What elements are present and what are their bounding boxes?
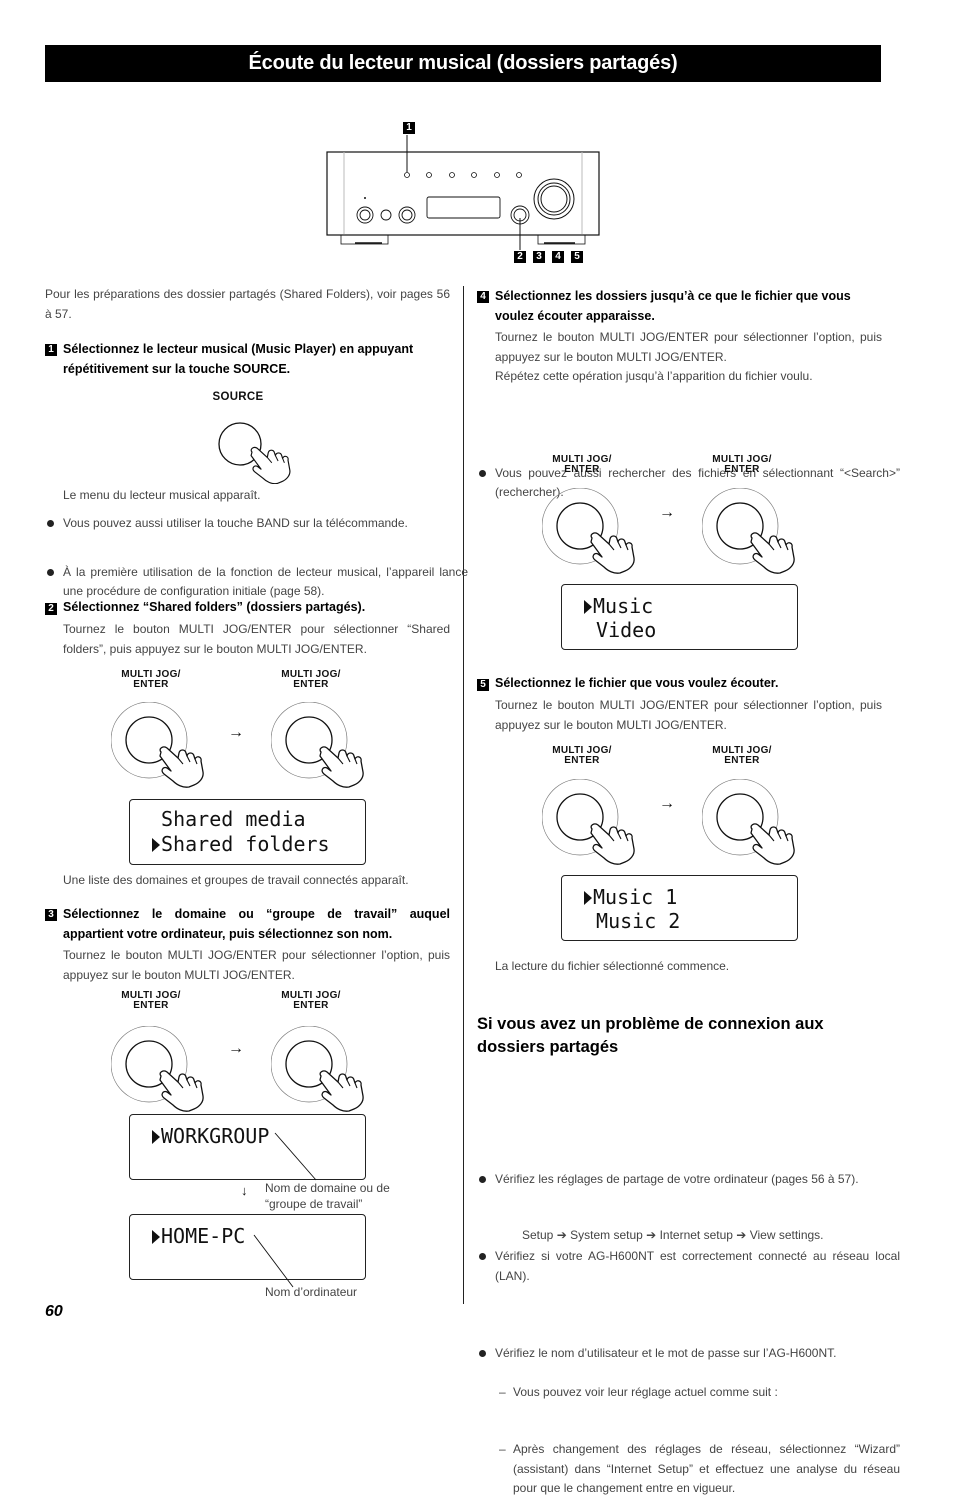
callout-3: 3 <box>533 251 545 263</box>
cursor-triangle-icon <box>152 838 160 852</box>
cursor-triangle-icon <box>584 891 592 905</box>
arrow-right-icon: ➔ <box>556 1228 567 1242</box>
troubleshoot-bullet-2: Vérifiez si votre AG-H600NT est correcte… <box>477 1247 900 1286</box>
multi-jog-label: MULTI JOG/ENTER <box>552 454 612 475</box>
path-item: System setup <box>570 1228 643 1242</box>
multi-jog-knob-press <box>542 779 652 869</box>
multi-jog-label: MULTI JOG/ENTER <box>712 454 772 475</box>
callout-4: 4 <box>552 251 564 263</box>
multi-jog-knob-press <box>111 702 221 792</box>
annotation-computer-name: Nom d’ordinateur <box>265 1285 358 1299</box>
lcd-line-1-selected: HOME-PC <box>152 1224 245 1248</box>
step-number: 4 <box>477 291 489 303</box>
step-text: Sélectionnez les dossiers jusqu’à ce que… <box>495 289 851 323</box>
step-4-heading: 4 Sélectionnez les dossiers jusqu’à ce q… <box>477 287 882 326</box>
path-item: View settings. <box>749 1228 824 1242</box>
step-1-heading: 1 Sélectionnez le lecteur musical (Music… <box>45 340 450 379</box>
lcd-line-2: Video <box>584 618 657 642</box>
step-5-body: Tournez le bouton MULTI JOG/ENTER pour s… <box>495 698 882 732</box>
annotation-domain: Nom de domaine ou de “groupe de travail” <box>265 1181 390 1211</box>
cursor-triangle-icon <box>152 1230 160 1244</box>
step-1-bullet-1: Vous pouvez aussi utiliser la touche BAN… <box>45 514 468 534</box>
step-5-result: La lecture du fichier sélectionné commen… <box>495 959 730 973</box>
troubleshoot-bullet-3: Vérifiez le nom d’utilisateur et le mot … <box>477 1344 900 1364</box>
intro-text: Pour les préparations des dossier partag… <box>45 287 450 321</box>
lcd-line-1: Shared media <box>149 807 306 831</box>
lcd-display-shared: Shared media Shared folders <box>129 799 366 865</box>
lcd-display-workgroup: WORKGROUP <box>129 1114 366 1180</box>
lcd-line-1-selected: Music 1 <box>584 885 677 909</box>
step-3-body: Tournez le bouton MULTI JOG/ENTER pour s… <box>63 948 450 982</box>
step-2-result: Une liste des domaines et groupes de tra… <box>63 873 409 887</box>
troubleshoot-sub-1: Vous pouvez voir leur réglage actuel com… <box>495 1383 900 1403</box>
hand-icon <box>250 446 291 484</box>
arrow-right-icon: → <box>659 504 675 521</box>
page-number: 60 <box>45 1303 63 1320</box>
multi-jog-knob-press <box>702 488 812 578</box>
arrow-right-icon: ➔ <box>646 1228 657 1242</box>
lcd-line-2-selected: Shared folders <box>152 832 330 856</box>
troubleshoot-bullet-1: Vérifiez les réglages de partage de votr… <box>477 1170 900 1190</box>
multi-jog-label: MULTI JOG/ENTER <box>552 745 612 766</box>
lcd-line-1-selected: Music <box>584 594 653 618</box>
lcd-display-music-files: Music 1 Music 2 <box>561 875 798 941</box>
arrow-down-icon: ↓ <box>241 1183 248 1198</box>
display-window <box>426 196 501 219</box>
power-indicator <box>364 197 366 199</box>
multi-jog-knob-press <box>271 702 381 792</box>
step-number: 3 <box>45 909 57 921</box>
step-4-body-1: Tournez le bouton MULTI JOG/ENTER pour s… <box>495 330 882 364</box>
step-2-heading: 2 Sélectionnez “Shared folders” (dossiers… <box>45 598 465 618</box>
settings-path: Setup ➔ System setup ➔ Internet setup ➔ … <box>522 1226 882 1246</box>
multi-jog-knob-press <box>702 779 812 869</box>
multi-jog-label: MULTI JOG/ENTER <box>121 669 181 690</box>
arrow-right-icon: → <box>228 724 244 741</box>
multi-jog-label: MULTI JOG/ENTER <box>712 745 772 766</box>
multi-jog-knob-press <box>111 1026 221 1116</box>
callout-5: 5 <box>571 251 583 263</box>
cursor-triangle-icon <box>584 600 592 614</box>
device-front-panel-figure <box>326 135 600 250</box>
callout-2: 2 <box>514 251 526 263</box>
step-5-heading: 5 Sélectionnez le fichier que vous voulez… <box>477 674 882 694</box>
arrow-right-icon: ➔ <box>736 1228 747 1242</box>
step-number: 5 <box>477 679 489 691</box>
source-button-label: SOURCE <box>212 391 264 403</box>
step-text: Sélectionnez le domaine ou “groupe de tr… <box>63 907 450 941</box>
multi-jog-knob-press <box>271 1026 381 1116</box>
step-number: 2 <box>45 603 57 615</box>
cursor-triangle-icon <box>152 1130 160 1144</box>
device-body <box>326 151 600 245</box>
step-text: Sélectionnez le fichier que vous voulez … <box>495 676 779 690</box>
multi-jog-knob-press <box>542 488 652 578</box>
step-text: Sélectionnez le lecteur musical (Music P… <box>63 342 414 376</box>
volume-knob <box>533 178 575 220</box>
arrow-right-icon: → <box>228 1040 244 1057</box>
path-item: Setup <box>522 1228 554 1242</box>
front-buttons <box>404 172 522 178</box>
step-1-result: Le menu du lecteur musical apparaît. <box>63 488 261 502</box>
troubleshoot-sub-2: Après changement des réglages de réseau,… <box>495 1440 900 1499</box>
step-1-bullet-2: À la première utilisation de la fonction… <box>45 563 468 602</box>
source-button-press-illustration <box>218 422 291 484</box>
step-2-body: Tournez le bouton MULTI JOG/ENTER pour s… <box>63 622 450 656</box>
arrow-right-icon: → <box>659 795 675 812</box>
page-title: Écoute du lecteur musical (dossiers part… <box>45 45 881 82</box>
multi-jog-label: MULTI JOG/ENTER <box>121 990 181 1011</box>
multi-jog-label: MULTI JOG/ENTER <box>281 990 341 1011</box>
multi-jog-label: MULTI JOG/ENTER <box>281 669 341 690</box>
callout-1: 1 <box>403 122 415 134</box>
lcd-display-music-video: Music Video <box>561 584 798 650</box>
step-3-heading: 3 Sélectionnez le domaine ou “groupe de … <box>45 905 450 944</box>
column-divider <box>463 286 464 1304</box>
troubleshoot-heading: Si vous avez un problème de connexion au… <box>477 1015 824 1056</box>
lcd-line-1-selected: WORKGROUP <box>152 1124 269 1148</box>
step-number: 1 <box>45 344 57 356</box>
lcd-line-2: Music 2 <box>584 909 681 933</box>
front-jacks <box>356 206 416 224</box>
lcd-display-computer: HOME-PC <box>129 1214 366 1280</box>
step-4-body-2: Répétez cette opération jusqu’à l’appari… <box>495 369 813 383</box>
step-text: Sélectionnez “Shared folders” (dossiers … <box>63 600 366 614</box>
path-item: Internet setup <box>659 1228 733 1242</box>
